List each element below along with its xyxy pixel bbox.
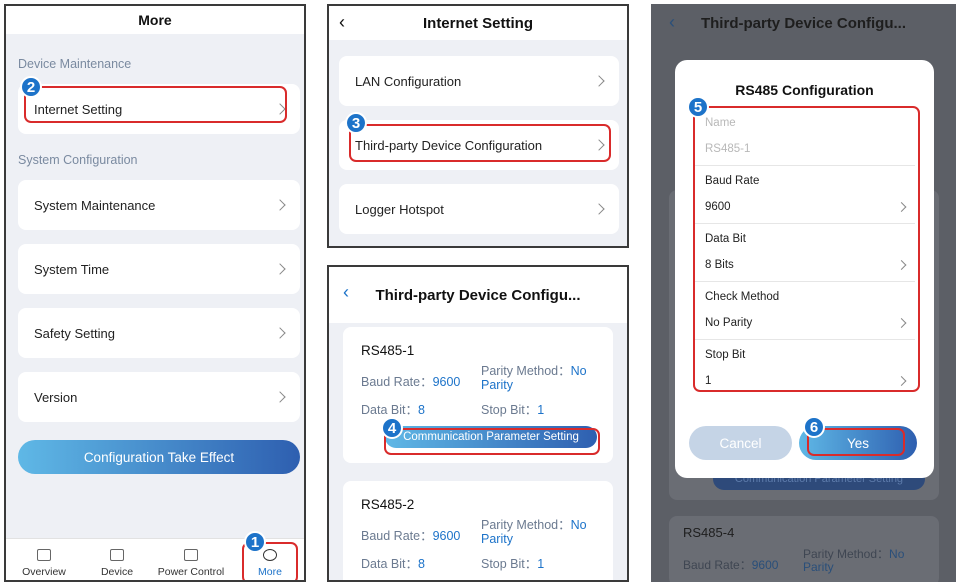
page-title: Third-party Device Configu... xyxy=(329,267,627,323)
chevron-right-icon xyxy=(274,263,286,275)
dialog-title: RS485 Configuration xyxy=(735,82,874,98)
stop-bit: Stop Bit：1 xyxy=(481,553,544,572)
parity-method: Parity Method：No Parity xyxy=(481,364,607,392)
data-bit: Data Bit：8 xyxy=(361,553,425,572)
parity-method: Parity Method：No Parity xyxy=(803,548,933,574)
parity-method-label: Parity Method： xyxy=(803,547,890,561)
section-device-maintenance: Device Maintenance xyxy=(18,57,132,71)
highlight-box xyxy=(693,106,920,392)
parity-method-label: Parity Method： xyxy=(481,364,571,378)
rs485-configuration-dialog: RS485 Configuration Name RS485-1 Baud Ra… xyxy=(675,60,934,478)
page-title: Third-party Device Configu... xyxy=(651,4,956,42)
safety-setting-label: Safety Setting xyxy=(34,325,115,341)
back-arrow-icon[interactable]: ‹ xyxy=(669,12,675,33)
logger-hotspot-label: Logger Hotspot xyxy=(355,201,444,217)
version-item[interactable]: Version xyxy=(18,372,300,422)
data-bit-label: Data Bit： xyxy=(361,403,418,417)
system-maintenance-label: System Maintenance xyxy=(34,197,156,213)
back-arrow-icon[interactable]: ‹ xyxy=(343,282,349,303)
logger-hotspot-item[interactable]: Logger Hotspot xyxy=(339,184,619,234)
parity-method-value-cont: Parity xyxy=(481,378,513,392)
data-bit: Data Bit：8 xyxy=(361,399,425,418)
chevron-right-icon xyxy=(274,327,286,339)
rs485-name: RS485-2 xyxy=(361,497,415,512)
step-5-badge: 5 xyxy=(687,96,709,118)
highlight-box xyxy=(349,124,611,162)
data-bit-value: 8 xyxy=(417,403,425,417)
parity-method-value: No xyxy=(889,547,905,561)
back-arrow-icon[interactable]: ‹ xyxy=(339,12,345,33)
data-bit-label: Data Bit： xyxy=(361,557,418,571)
third-party-device-screen: Third-party Device Configu... ‹ RS485-1 … xyxy=(327,265,629,582)
baud-rate-label: Baud Rate： xyxy=(683,558,752,572)
stop-bit-value: 1 xyxy=(537,403,545,417)
step-4-badge: 4 xyxy=(381,417,403,439)
step-3-badge: 3 xyxy=(345,112,367,134)
parity-method: Parity Method：No Parity xyxy=(481,518,607,546)
baud-rate-label: Baud Rate： xyxy=(361,529,433,543)
baud-rate-label: Baud Rate： xyxy=(361,375,433,389)
lan-configuration-label: LAN Configuration xyxy=(355,73,462,89)
step-6-badge: 6 xyxy=(803,416,825,438)
baud-rate: Baud Rate：9600 xyxy=(361,371,460,390)
parity-method-label: Parity Method： xyxy=(481,518,571,532)
internet-setting-screen: Internet Setting ‹ LAN Configuration Thi… xyxy=(327,4,629,248)
more-screen: More Device Maintenance Internet Setting… xyxy=(4,4,306,582)
baud-rate-value: 9600 xyxy=(432,375,461,389)
stop-bit-value: 1 xyxy=(537,557,545,571)
tab-label: Power Control xyxy=(157,566,225,578)
step-1-badge: 1 xyxy=(244,531,266,553)
tab-power-control[interactable]: Power Control xyxy=(156,549,226,578)
step-2-badge: 2 xyxy=(20,76,42,98)
rs485-name: RS485-1 xyxy=(361,343,415,358)
configuration-take-effect-button[interactable]: Configuration Take Effect xyxy=(18,440,300,474)
highlight-box xyxy=(384,428,600,455)
chevron-right-icon xyxy=(274,391,286,403)
parity-method-value: No xyxy=(570,364,587,378)
version-label: Version xyxy=(34,389,78,405)
tab-overview[interactable]: Overview xyxy=(9,549,79,578)
system-time-label: System Time xyxy=(34,261,110,277)
baud-rate: Baud Rate：9600 xyxy=(683,556,778,573)
data-bit-value: 8 xyxy=(417,557,425,571)
page-title: More xyxy=(6,6,304,34)
tab-label: Overview xyxy=(22,566,66,578)
parity-method-value-cont: Parity xyxy=(481,532,513,546)
rs485-name: RS485-4 xyxy=(683,525,735,540)
device-icon xyxy=(110,549,124,561)
section-system-configuration: System Configuration xyxy=(18,153,138,167)
parity-method-value-cont: Parity xyxy=(803,560,834,574)
overview-icon xyxy=(37,549,51,561)
chevron-right-icon xyxy=(274,199,286,211)
chevron-right-icon xyxy=(593,203,605,215)
chevron-right-icon xyxy=(593,75,605,87)
rs485-card: RS485-2 Baud Rate：9600 Parity Method：No P… xyxy=(343,481,613,580)
parity-method-value: No xyxy=(570,518,587,532)
system-time-item[interactable]: System Time xyxy=(18,244,300,294)
page-title: Internet Setting xyxy=(329,6,627,40)
rs485-configuration-screen: Third-party Device Configu... ‹ Communic… xyxy=(651,4,956,582)
safety-setting-item[interactable]: Safety Setting xyxy=(18,308,300,358)
tab-device[interactable]: Device xyxy=(82,549,152,578)
stop-bit-label: Stop Bit： xyxy=(481,403,538,417)
stop-bit: Stop Bit：1 xyxy=(481,399,544,418)
baud-rate-value: 9600 xyxy=(432,529,461,543)
stop-bit-label: Stop Bit： xyxy=(481,557,538,571)
system-maintenance-item[interactable]: System Maintenance xyxy=(18,180,300,230)
tab-label: Device xyxy=(100,566,134,578)
baud-rate-value: 9600 xyxy=(751,558,779,572)
lan-configuration-item[interactable]: LAN Configuration xyxy=(339,56,619,106)
highlight-box xyxy=(24,86,287,123)
power-control-icon xyxy=(184,549,198,561)
baud-rate: Baud Rate：9600 xyxy=(361,525,460,544)
cancel-button[interactable]: Cancel xyxy=(689,426,792,460)
